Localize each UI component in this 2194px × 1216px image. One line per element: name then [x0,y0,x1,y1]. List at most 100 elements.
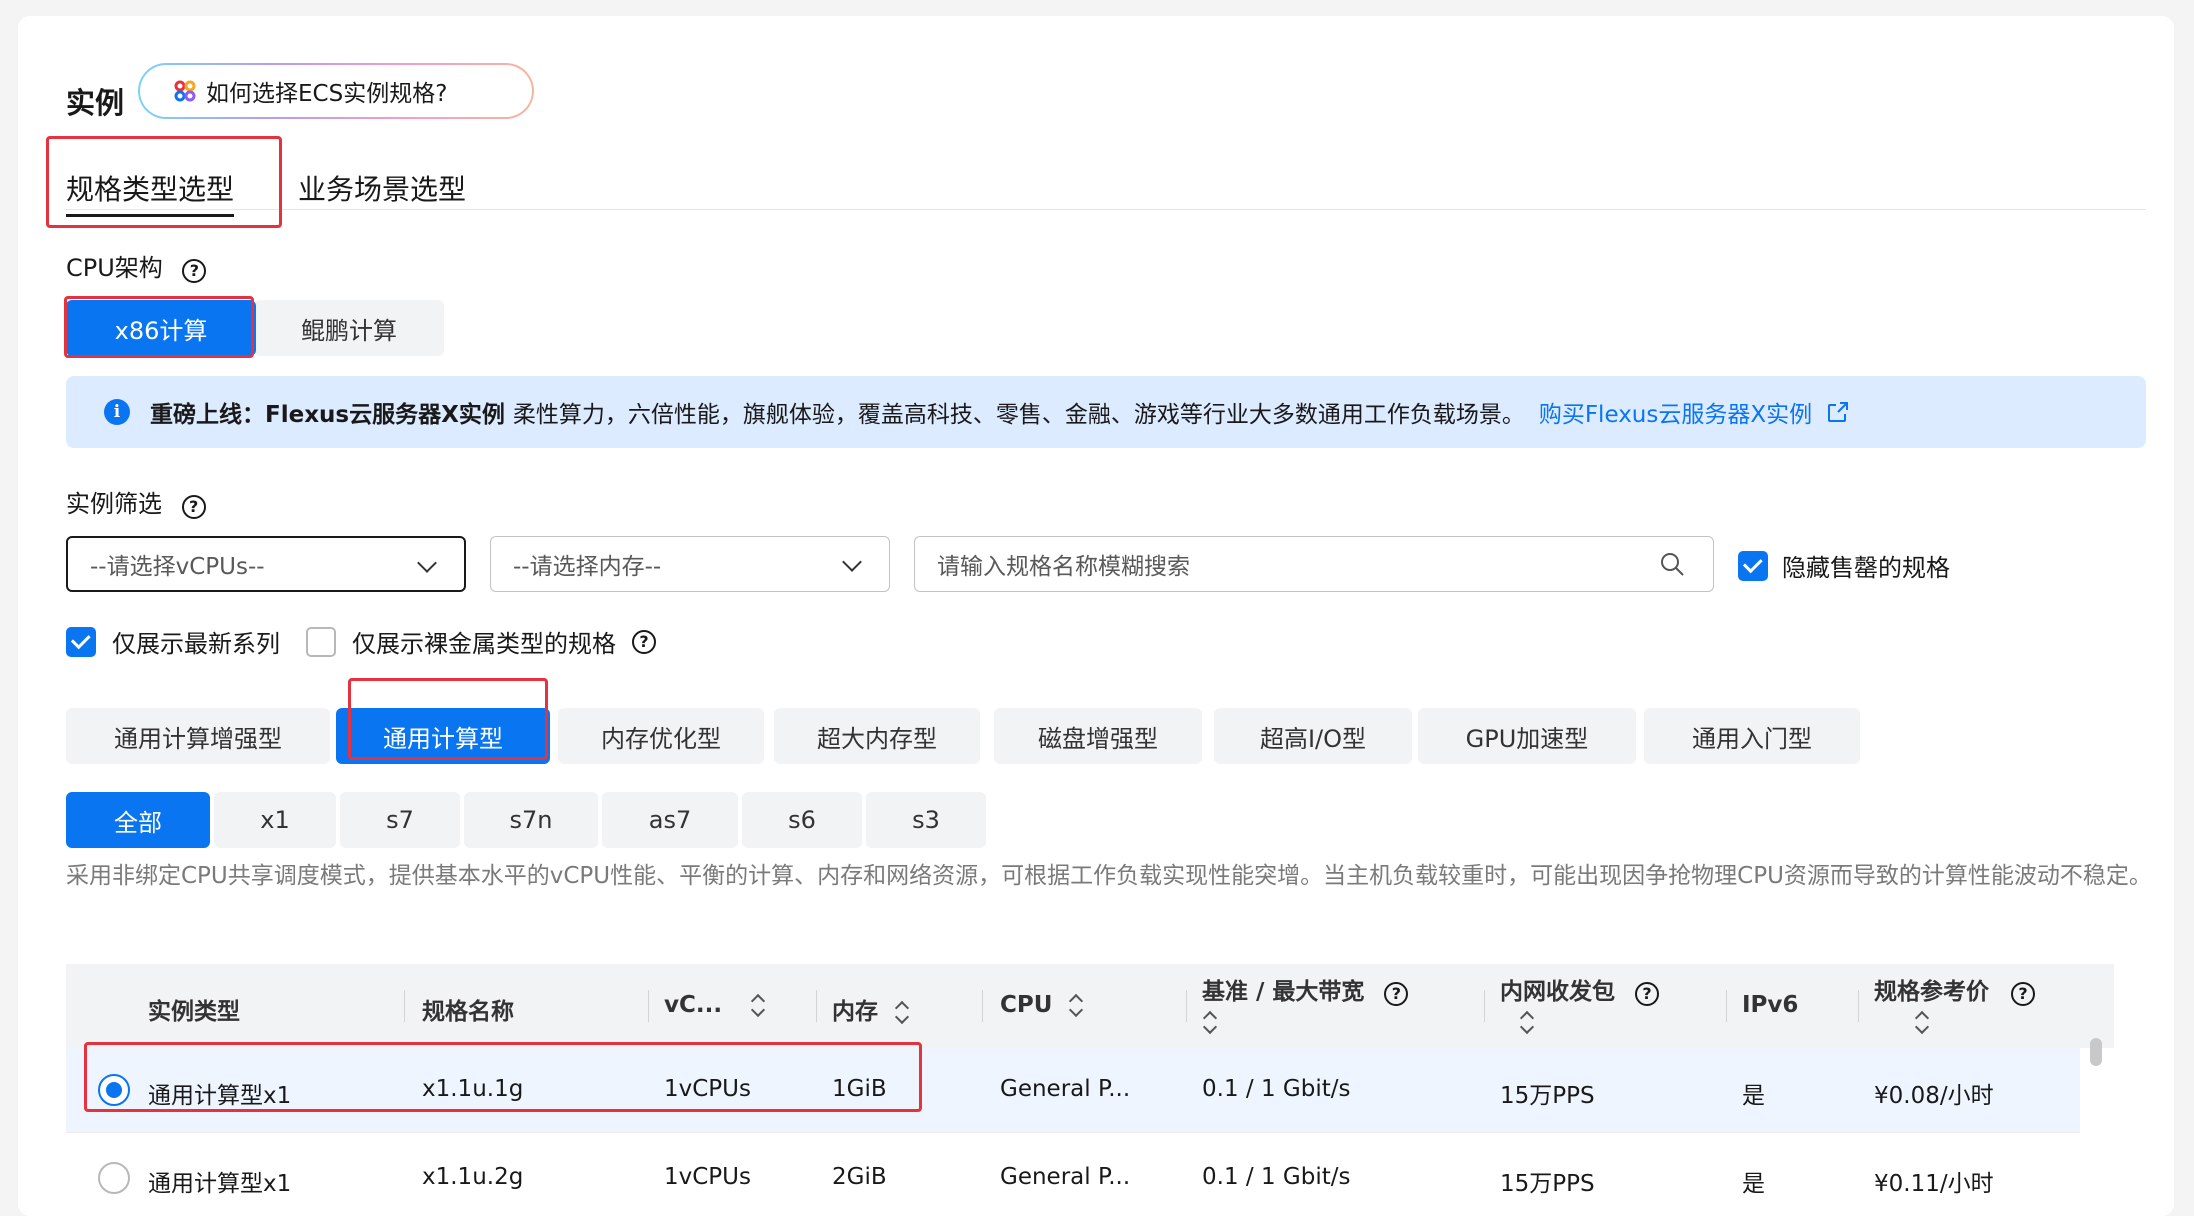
series-x1[interactable]: x1 [214,792,336,848]
cell-name: x1.1u.2g [422,1164,524,1190]
col-bandwidth-label: 基准 / 最大带宽 [1202,979,1365,1005]
category-entry[interactable]: 通用入门型 [1644,708,1860,764]
col-price[interactable]: 规格参考价 ? [1874,972,2036,1006]
cell-vcpu: 1vCPUs [664,1164,751,1190]
banner-link[interactable]: 购买Flexus云服务器X实例 [1539,395,1812,429]
chevron-down-icon [842,552,862,572]
category-general-enhanced[interactable]: 通用计算增强型 [66,708,330,764]
hide-sold-out-label: 隐藏售罄的规格 [1782,554,1950,582]
filter-label-text: 实例筛选 [66,490,162,518]
latest-series-checkbox[interactable] [66,626,96,657]
category-large-memory[interactable]: 超大内存型 [774,708,980,764]
help-icon[interactable]: ? [632,629,656,654]
ai-helper-button[interactable]: 如何选择ECS实例规格? [138,63,534,119]
highlight-box-row [84,1042,922,1112]
col-name: 规格名称 [422,999,514,1025]
help-icon[interactable]: ? [182,258,207,283]
col-vcpu[interactable]: vC... [664,992,766,1018]
sort-icon[interactable] [1070,995,1084,1017]
series-description: 采用非绑定CPU共享调度模式，提供基本水平的vCPU性能、平衡的计算、内存和网络… [66,863,2152,889]
highlight-box-category [348,678,548,760]
cell-pps: 15万PPS [1500,1171,1595,1197]
cell-memory: 2GiB [832,1164,887,1190]
series-s6[interactable]: s6 [742,792,862,848]
row-radio[interactable] [98,1162,130,1194]
latest-series-option[interactable]: 仅展示最新系列 [66,624,280,659]
help-icon[interactable]: ? [1635,981,1660,1006]
search-placeholder: 请输入规格名称模糊搜索 [937,554,1190,580]
ai-assistant-icon [174,80,196,102]
series-s7n[interactable]: s7n [464,792,598,848]
banner-text: 柔性算力，六倍性能，旗舰体验，覆盖高科技、零售、金融、游戏等行业大多数通用工作负… [512,402,1525,428]
series-as7[interactable]: as7 [602,792,738,848]
cell-price: ¥0.11/小时 [1874,1171,1994,1197]
col-cpu-label: CPU [1000,992,1053,1018]
col-pps-label: 内网收发包 [1500,979,1615,1005]
chevron-down-icon [417,553,437,573]
cell-cpu: General P... [1000,1076,1131,1102]
cell-bandwidth: 0.1 / 1 Gbit/s [1202,1164,1351,1190]
col-memory-label: 内存 [832,999,878,1025]
cell-bandwidth: 0.1 / 1 Gbit/s [1202,1076,1351,1102]
tab-scenario[interactable]: 业务场景选型 [298,168,466,208]
category-high-io[interactable]: 超高I/O型 [1214,708,1412,764]
table-scrollbar[interactable] [2090,1038,2102,1066]
bare-metal-label: 仅展示裸金属类型的规格 [352,630,616,658]
col-pps[interactable]: 内网收发包 ? [1500,972,1660,1006]
search-icon[interactable] [1659,551,1685,577]
col-price-label: 规格参考价 [1874,979,1989,1005]
latest-series-label: 仅展示最新系列 [112,630,280,658]
row-divider [66,1132,2080,1133]
filter-label: 实例筛选 ? [66,484,206,519]
col-bandwidth[interactable]: 基准 / 最大带宽 ? [1202,972,1409,1006]
help-icon[interactable]: ? [2011,981,2036,1006]
external-link-icon[interactable] [1826,400,1850,424]
sort-icon[interactable] [752,995,766,1017]
table-row[interactable]: 通用计算型x1 x1.1u.2g 1vCPUs 2GiB General P..… [66,1136,2080,1216]
col-vcpu-label: vC... [664,992,723,1018]
col-memory[interactable]: 内存 [832,992,910,1026]
highlight-box-cpu [64,296,254,358]
spec-search-input[interactable]: 请输入规格名称模糊搜索 [914,536,1714,592]
memory-select-value: --请选择内存-- [513,554,662,580]
spec-table-header: 实例类型 规格名称 vC... 内存 CPU 基准 / 最大带宽 ? 内网收发包… [66,964,2114,1048]
cell-ipv6: 是 [1742,1083,1765,1109]
vcpu-select[interactable]: --请选择vCPUs-- [66,536,466,592]
col-type: 实例类型 [148,999,240,1025]
cell-price: ¥0.08/小时 [1874,1083,1994,1109]
bare-metal-checkbox[interactable] [306,626,336,657]
highlight-box-tab [46,136,282,228]
series-s3[interactable]: s3 [866,792,986,848]
cell-ipv6: 是 [1742,1171,1765,1197]
sort-icon[interactable] [1916,1012,1930,1034]
instance-config-card: 实例 如何选择ECS实例规格? 规格类型选型 业务场景选型 CPU架构 ? 鲲鹏… [18,16,2174,1216]
series-s7[interactable]: s7 [340,792,460,848]
hide-sold-out-option[interactable]: 隐藏售罄的规格 [1738,548,1950,583]
category-disk-enhanced[interactable]: 磁盘增强型 [994,708,1202,764]
promo-banner: i 重磅上线：Flexus云服务器X实例 柔性算力，六倍性能，旗舰体验，覆盖高科… [66,376,2146,448]
col-ipv6: IPv6 [1742,992,1799,1018]
sort-icon[interactable] [896,1002,910,1024]
memory-select[interactable]: --请选择内存-- [490,536,890,592]
cell-type: 通用计算型x1 [148,1171,292,1197]
cell-pps: 15万PPS [1500,1083,1595,1109]
category-memory-optimized[interactable]: 内存优化型 [558,708,764,764]
col-cpu[interactable]: CPU [1000,992,1084,1018]
hide-sold-out-checkbox[interactable] [1738,550,1768,581]
sort-icon[interactable] [1204,1012,1218,1034]
sort-icon[interactable] [1521,1012,1535,1034]
info-icon: i [104,399,130,425]
help-icon[interactable]: ? [1384,981,1409,1006]
cpu-option-kunpeng[interactable]: 鲲鹏计算 [254,300,444,356]
section-title: 实例 [66,86,125,120]
cell-cpu: General P... [1000,1164,1131,1190]
category-gpu[interactable]: GPU加速型 [1418,708,1636,764]
bare-metal-option[interactable]: 仅展示裸金属类型的规格 ? [306,624,656,659]
help-icon[interactable]: ? [181,494,206,519]
cpu-arch-label-text: CPU架构 [66,254,163,282]
vcpu-select-value: --请选择vCPUs-- [90,554,265,580]
banner-bold: 重磅上线：Flexus云服务器X实例 [150,402,505,428]
tabs-divider [66,209,2146,210]
series-all[interactable]: 全部 [66,792,210,848]
ai-helper-label: 如何选择ECS实例规格? [206,81,448,107]
